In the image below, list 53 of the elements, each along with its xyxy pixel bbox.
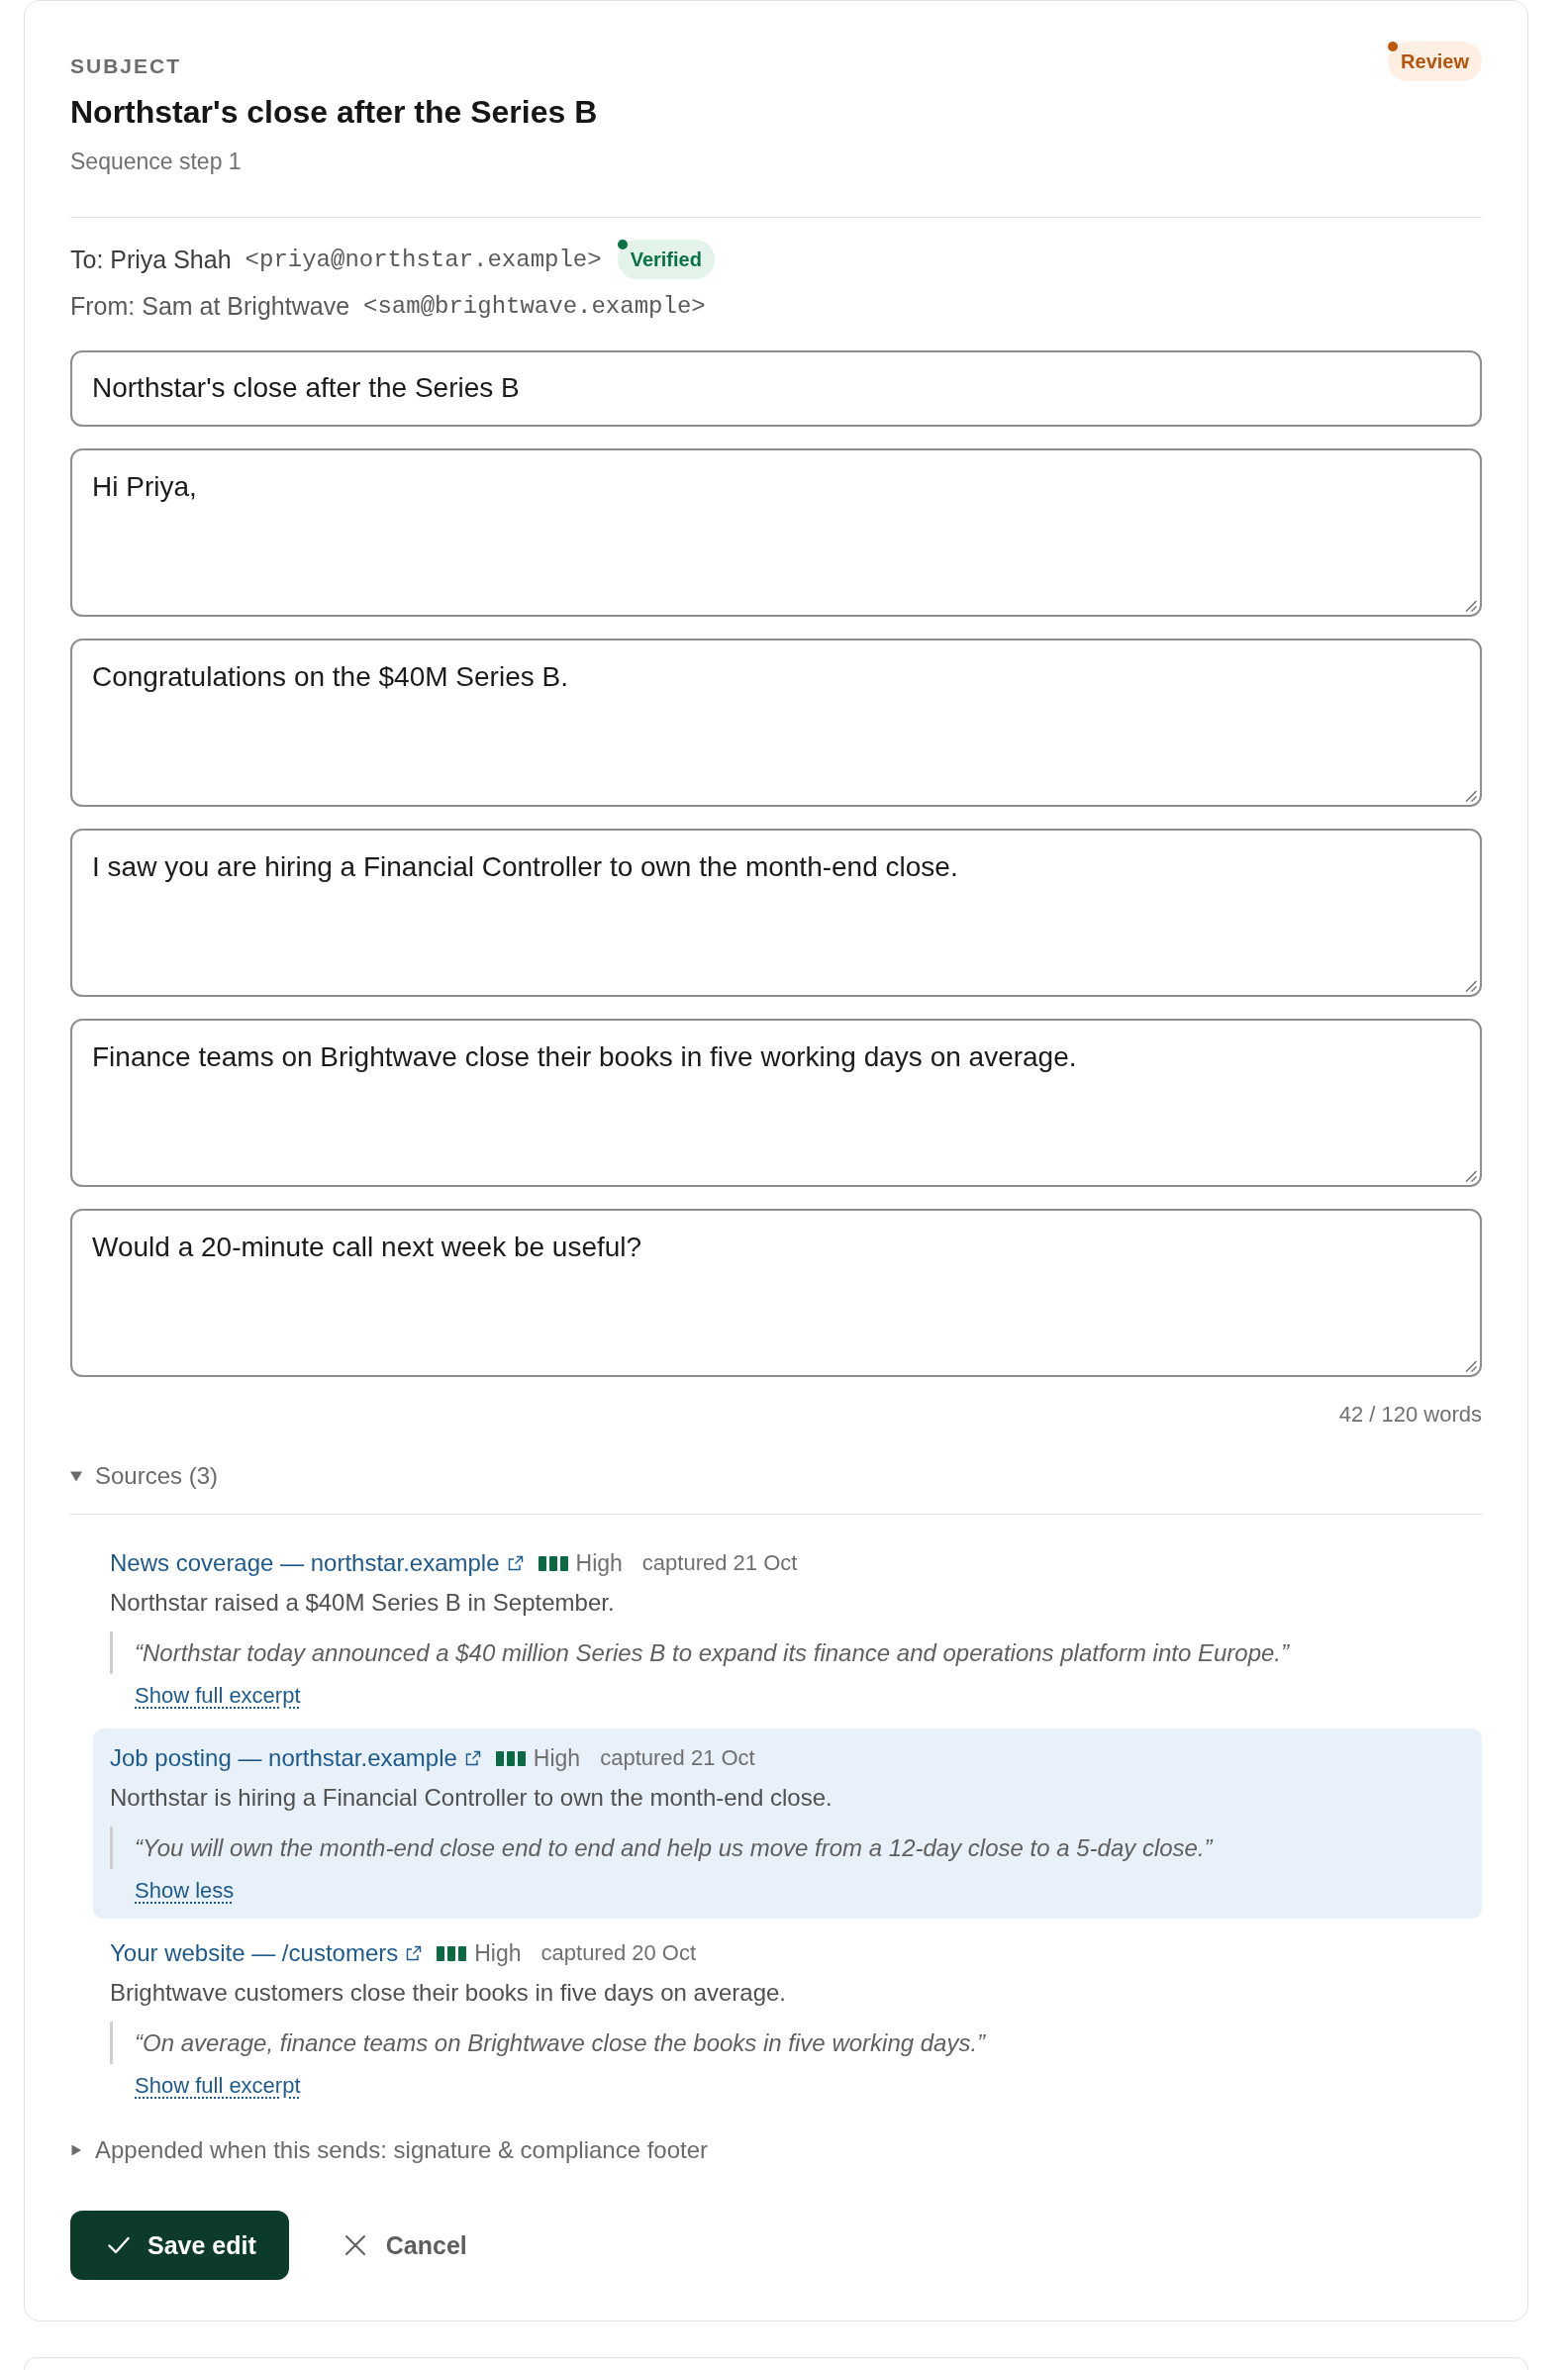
- status-badge: Review: [1388, 42, 1482, 81]
- close-icon: [343, 2234, 366, 2256]
- source-link[interactable]: Job posting — northstar.example: [110, 1744, 481, 1772]
- status-dot-icon: [617, 240, 628, 249]
- resize-handle-icon[interactable]: [1465, 980, 1477, 992]
- save-button[interactable]: Save edit: [70, 2211, 289, 2280]
- paragraph-textarea[interactable]: Congratulations on the $40M Series B.: [70, 639, 1482, 807]
- source-summary: Northstar raised a $40M Series B in September.: [110, 1588, 616, 1618]
- captured-date: captured 21 Oct: [641, 1550, 798, 1576]
- source-link[interactable]: Your website — /customers: [110, 1939, 423, 1967]
- confidence-label: High: [474, 1939, 522, 1967]
- cancel-button[interactable]: Cancel: [340, 2211, 471, 2280]
- source-link[interactable]: News coverage — northstar.example: [110, 1549, 524, 1577]
- appended-footer-toggle[interactable]: Appended when this sends: signature & compliance footer: [70, 2136, 709, 2164]
- bars-icon: [538, 1555, 568, 1571]
- sender-email: <sam@brightwave.example>: [363, 292, 706, 320]
- external-link-icon: [406, 1945, 423, 1961]
- resize-handle-icon[interactable]: [1465, 600, 1477, 612]
- excerpt-toggle-link[interactable]: Show full excerpt: [135, 1684, 301, 1708]
- subject-field[interactable]: Northstar's close after the Series B: [70, 350, 1482, 427]
- source-quote: “On average, finance teams on Brightwave close the books in five working days.”: [110, 2022, 1465, 2064]
- paragraph-textarea[interactable]: Finance teams on Brightwave close their books in five working days on average.: [70, 1019, 1482, 1187]
- recipient-email: <priya@northstar.example>: [245, 246, 602, 273]
- recipient-name: To: Priya Shah: [70, 245, 232, 274]
- source-summary: Northstar is hiring a Financial Controller to own the month-end close.: [110, 1783, 833, 1813]
- bars-icon: [495, 1750, 526, 1766]
- excerpt-toggle-link[interactable]: Show full excerpt: [135, 2074, 301, 2098]
- source-quote: “You will own the month-end close end to end and help us move from a 12-day close to a 5-day close.”: [110, 1827, 1465, 1869]
- paragraph-textarea[interactable]: I saw you are hiring a Financial Controller to own the month-end close.: [70, 829, 1482, 997]
- confidence-label: High: [575, 1549, 623, 1577]
- paragraph-textarea[interactable]: Would a 20-minute call next week be useful?: [70, 1209, 1482, 1377]
- captured-date: captured 21 Oct: [600, 1745, 755, 1771]
- resize-handle-icon[interactable]: [1465, 1170, 1477, 1182]
- captured-date: captured 20 Oct: [540, 1940, 697, 1966]
- subject-label: SUBJECT: [70, 54, 183, 78]
- external-link-icon: [464, 1750, 481, 1766]
- sender-name: From: Sam at Brightwave: [70, 291, 350, 321]
- external-link-icon: [507, 1555, 524, 1571]
- verified-badge: Verified: [617, 240, 715, 279]
- check-icon: [108, 2234, 130, 2256]
- sources-toggle[interactable]: Sources (3): [70, 1462, 219, 1490]
- sequence-step: Sequence step 1: [70, 148, 598, 174]
- resize-handle-icon[interactable]: [1465, 790, 1477, 802]
- paragraph-textarea[interactable]: Hi Priya,: [70, 448, 1482, 617]
- word-count: 42 / 120 words: [1337, 1402, 1482, 1428]
- source-summary: Brightwave customers close their books in five days on average.: [110, 1978, 787, 2008]
- bars-icon: [437, 1945, 467, 1961]
- source-quote: “Northstar today announced a $40 million Series B to expand its finance and operations platform into Europe.”: [110, 1631, 1465, 1674]
- email-subject-title: Northstar's close after the Series B: [70, 94, 598, 130]
- status-dot-icon: [1388, 42, 1399, 51]
- excerpt-toggle-link[interactable]: Show less: [135, 1879, 235, 1903]
- resize-handle-icon[interactable]: [1465, 1360, 1477, 1372]
- confidence-label: High: [533, 1744, 581, 1772]
